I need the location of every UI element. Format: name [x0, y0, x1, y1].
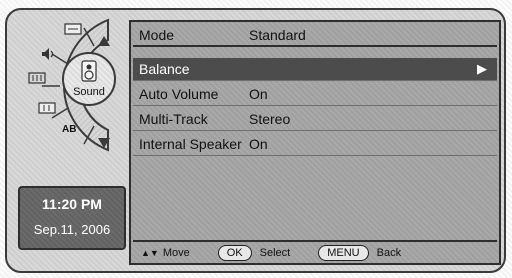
speaker-icon	[81, 60, 97, 82]
sound-label: Sound	[73, 86, 105, 98]
right-arrow-icon: ▶	[477, 61, 487, 76]
clock-panel: 11:20 PM Sep.11, 2006	[18, 186, 126, 250]
ab-label[interactable]: AB	[62, 124, 76, 135]
mode-label: Mode	[139, 26, 175, 43]
move-arrows-icon: ▲▼	[141, 247, 159, 258]
mode-value: Standard	[249, 26, 306, 43]
down-arrow-icon[interactable]	[98, 138, 110, 148]
button-guide: ▲▼ Move OK Select MENU Back	[133, 240, 497, 263]
menu-item-balance[interactable]: Balance ▶	[133, 58, 497, 81]
menu-item-label: Multi-Track	[139, 111, 208, 127]
input-icon[interactable]	[38, 100, 56, 116]
ok-button[interactable]: OK	[217, 244, 252, 261]
sound-icon[interactable]	[40, 46, 56, 62]
menu-item-value: On	[249, 136, 268, 152]
clock-date: Sep.11, 2006	[33, 222, 111, 237]
channel-icon[interactable]	[28, 70, 46, 86]
picture-icon[interactable]	[64, 22, 82, 36]
menu-item-multi-track[interactable]: Multi-Track Stereo	[133, 108, 497, 131]
menu-item-label: Balance	[139, 61, 190, 77]
menu-item-value: Stereo	[249, 111, 291, 127]
menu-button[interactable]: MENU	[318, 244, 369, 261]
tv-osd-screen: AB Sound 11:20 PM Sep.11, 2006 Mode Stan…	[0, 0, 512, 278]
select-label: Select	[259, 246, 291, 259]
menu-item-label: Internal Speaker	[139, 136, 242, 152]
menu-item-label: Auto Volume	[139, 86, 219, 102]
menu-item-auto-volume[interactable]: Auto Volume On	[133, 83, 497, 106]
menu-item-internal-speaker[interactable]: Internal Speaker On	[133, 133, 497, 156]
move-label: Move	[162, 246, 190, 259]
menu-item-value: On	[249, 86, 268, 102]
up-arrow-icon[interactable]	[98, 36, 110, 46]
mode-row[interactable]: Mode Standard	[133, 24, 497, 47]
sound-selector[interactable]: Sound	[62, 52, 116, 106]
back-label: Back	[376, 246, 402, 259]
sound-menu-panel: Mode Standard Balance ▶ Auto Volume On M…	[129, 20, 501, 265]
clock-time: 11:20 PM	[42, 196, 102, 212]
